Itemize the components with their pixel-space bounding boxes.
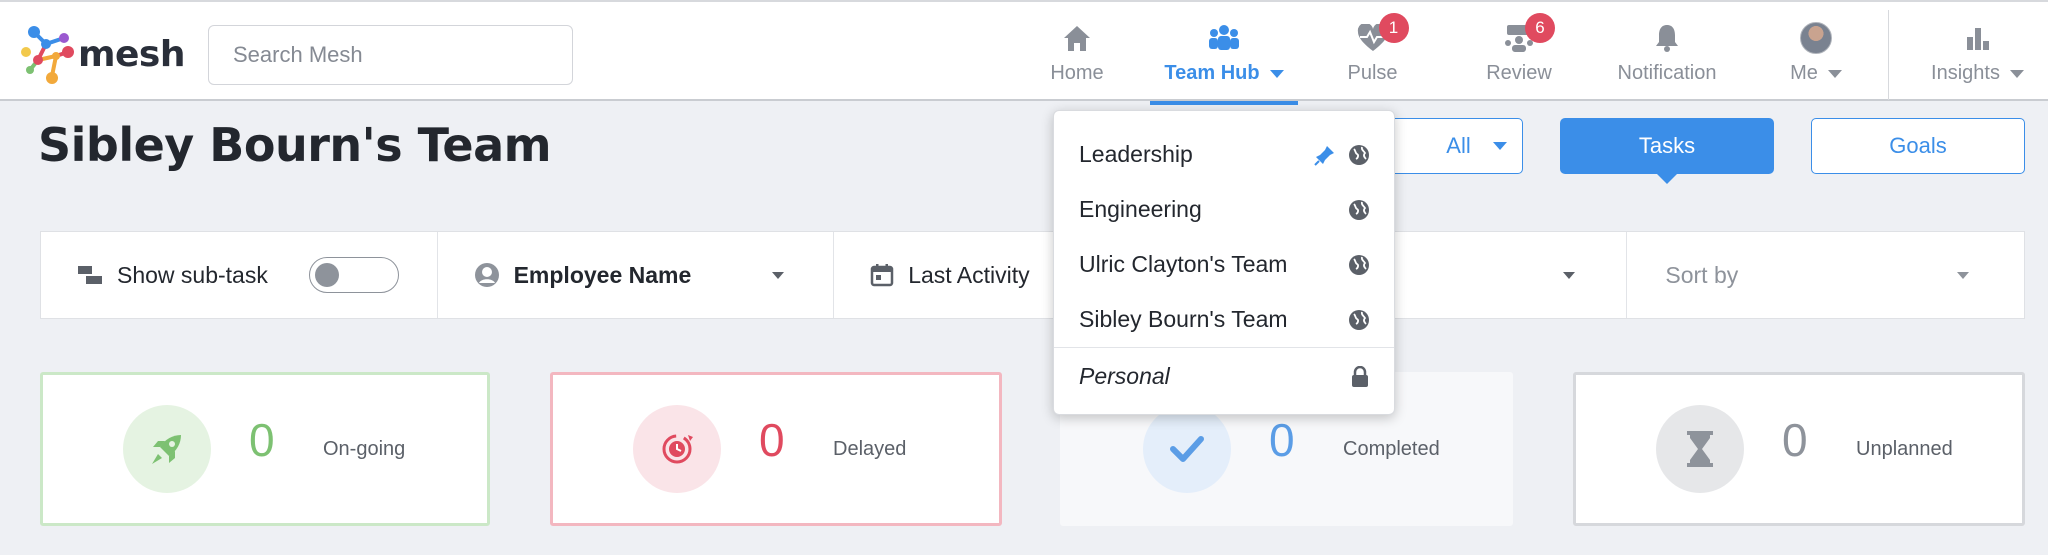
delayed-stat-card[interactable]: 0 Delayed	[550, 372, 1002, 526]
menu-item-sibley-bourn-team[interactable]: Sibley Bourn's Team	[1054, 292, 1394, 347]
nav-review[interactable]: 6 Review	[1484, 2, 1555, 103]
menu-item-engineering[interactable]: Engineering	[1054, 182, 1394, 237]
search-input[interactable]	[208, 25, 573, 85]
menu-item-label: Leadership	[1079, 141, 1193, 167]
completed-icon-circle	[1143, 405, 1231, 493]
mesh-logo-icon	[21, 26, 74, 84]
bar-chart-icon	[1966, 28, 1989, 50]
nav-team-hub[interactable]: Team Hub	[1150, 2, 1298, 105]
chevron-down-icon	[1827, 69, 1842, 78]
globe-icon	[1349, 145, 1369, 165]
chevron-down-icon	[2009, 69, 2024, 78]
tasks-button[interactable]: Tasks	[1560, 118, 1774, 184]
nav-me[interactable]: Me	[1778, 2, 1854, 103]
page-title: Sibley Bourn's Team	[38, 118, 552, 172]
pin-icon[interactable]	[1314, 144, 1336, 166]
review-badge: 6	[1525, 13, 1555, 43]
mesh-logo[interactable]: mesh	[20, 22, 185, 86]
delayed-count: 0	[759, 414, 785, 466]
filter-bar: Show sub-task Employee Name Last Activit…	[40, 231, 2025, 319]
chevron-down-icon	[1492, 142, 1507, 150]
team-icon	[1209, 25, 1239, 50]
home-icon	[1064, 26, 1090, 51]
menu-item-label: Personal	[1079, 363, 1170, 389]
menu-item-label: Ulric Clayton's Team	[1079, 251, 1288, 277]
team-hub-dropdown: Leadership Engineering Ulric Clayton's T…	[1053, 110, 1395, 415]
menu-item-label: Engineering	[1079, 196, 1202, 222]
chevron-down-icon	[1957, 272, 1970, 279]
unplanned-stat-card[interactable]: 0 Unplanned	[1573, 372, 2025, 526]
hourglass-icon	[1687, 431, 1713, 467]
show-subtask-label: Show sub-task	[117, 261, 268, 288]
rocket-icon	[152, 435, 181, 464]
pulse-badge: 1	[1378, 13, 1409, 43]
delayed-label: Delayed	[833, 438, 907, 460]
menu-item-label: Sibley Bourn's Team	[1079, 306, 1288, 332]
nav-notification-label: Notification	[1617, 62, 1717, 84]
nav-pulse-label: Pulse	[1347, 62, 1398, 84]
bell-icon	[1656, 25, 1678, 52]
active-tab-indicator	[1150, 101, 1298, 105]
unplanned-label: Unplanned	[1856, 438, 1953, 460]
brand-name: mesh	[78, 33, 185, 75]
globe-icon	[1349, 310, 1369, 330]
sort-by-label: Sort by	[1665, 261, 1739, 288]
menu-item-personal[interactable]: Personal	[1054, 349, 1394, 404]
ongoing-label: On-going	[323, 438, 406, 460]
nav-home-label: Home	[1050, 62, 1104, 84]
avatar	[1800, 22, 1832, 54]
chevron-down-icon	[1269, 69, 1284, 78]
subtask-filter: Show sub-task	[41, 232, 438, 318]
employee-name-label: Employee Name	[513, 261, 692, 288]
nav-notification[interactable]: Notification	[1612, 2, 1722, 103]
clock-alert-icon	[662, 434, 693, 464]
completed-label: Completed	[1343, 438, 1440, 460]
nav-home[interactable]: Home	[1042, 2, 1112, 103]
menu-item-leadership[interactable]: Leadership	[1054, 127, 1394, 182]
top-navigation-bar: mesh Home Team Hub 1 Pulse	[0, 0, 2048, 105]
last-activity-label: Last Activity	[908, 261, 1030, 288]
unplanned-icon-circle	[1656, 405, 1744, 493]
delayed-icon-circle	[633, 405, 721, 493]
menu-item-ulric-clayton-team[interactable]: Ulric Clayton's Team	[1054, 237, 1394, 292]
ongoing-count: 0	[249, 414, 275, 466]
chevron-down-icon	[771, 272, 784, 279]
subtask-icon	[78, 266, 102, 284]
lock-icon	[1352, 366, 1368, 387]
nav-me-label: Me	[1790, 62, 1818, 84]
completed-count: 0	[1269, 414, 1295, 466]
globe-icon	[1349, 255, 1369, 275]
nav-team-hub-label: Team Hub	[1164, 62, 1260, 84]
globe-icon	[1349, 200, 1369, 220]
calendar-icon	[870, 264, 894, 287]
ongoing-icon-circle	[123, 405, 211, 493]
unplanned-count: 0	[1782, 414, 1808, 466]
check-icon	[1170, 436, 1204, 462]
goals-button[interactable]: Goals	[1811, 118, 2025, 174]
all-filter-label: All	[1446, 133, 1471, 158]
chevron-down-icon	[1563, 272, 1576, 279]
subtask-toggle[interactable]	[309, 257, 399, 293]
sort-by-filter[interactable]: Sort by	[1627, 232, 2024, 318]
employee-filter[interactable]: Employee Name	[438, 232, 835, 318]
nav-insights[interactable]: Insights	[1925, 2, 2030, 103]
menu-divider	[1054, 347, 1394, 348]
user-circle-icon	[474, 263, 499, 287]
nav-divider	[1888, 10, 1889, 100]
ongoing-stat-card[interactable]: 0 On-going	[40, 372, 490, 526]
nav-pulse[interactable]: 1 Pulse	[1335, 2, 1410, 103]
toggle-knob	[315, 263, 339, 287]
nav-review-label: Review	[1486, 62, 1552, 84]
nav-insights-label: Insights	[1931, 62, 2000, 84]
